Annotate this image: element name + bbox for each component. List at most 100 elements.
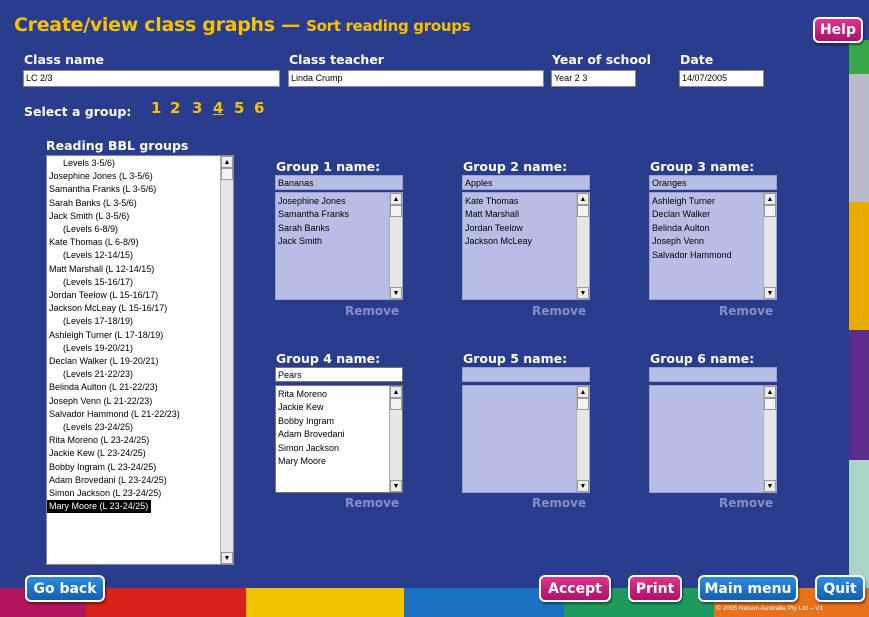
scroll-thumb[interactable]: [390, 205, 402, 217]
list-item[interactable]: Jordan Teelow (L 15-16/17): [47, 289, 221, 302]
date-field[interactable]: 14/07/2005: [679, 70, 764, 87]
group-3-scrollbar[interactable]: ▲ ▼: [763, 193, 776, 299]
list-item[interactable]: Samantha Franks (L 3-5/6): [47, 183, 221, 196]
group-1-member-list[interactable]: Josephine Jones Samantha Franks Sarah Ba…: [275, 192, 403, 300]
group-4-remove-button[interactable]: Remove: [345, 496, 399, 510]
list-item[interactable]: Rita Moreno: [278, 388, 388, 401]
group-6-member-list[interactable]: ▲ ▼: [649, 385, 777, 493]
group-select-5[interactable]: 5: [234, 99, 244, 117]
list-item[interactable]: Levels 3-5/6): [47, 157, 221, 170]
scroll-up-icon[interactable]: ▲: [390, 193, 402, 205]
list-item[interactable]: Ashleigh Turner (L 17-18/19): [47, 329, 221, 342]
group-6-scrollbar[interactable]: ▲ ▼: [763, 386, 776, 492]
list-item[interactable]: Jackson McLeay: [465, 235, 575, 248]
list-item[interactable]: Matt Marshall: [465, 208, 575, 221]
list-item[interactable]: Matt Marshall (L 12-14/15): [47, 263, 221, 276]
list-item[interactable]: Jack Smith (L 3-5/6): [47, 210, 221, 223]
group-2-scrollbar[interactable]: ▲ ▼: [576, 193, 589, 299]
list-item[interactable]: (Levels 6-8/9): [47, 223, 221, 236]
list-item[interactable]: Jackie Kew: [278, 401, 388, 414]
scroll-up-icon[interactable]: ▲: [764, 386, 776, 398]
list-item[interactable]: Kate Thomas (L 6-8/9): [47, 236, 221, 249]
class-name-field[interactable]: LC 2/3: [23, 70, 280, 87]
list-item[interactable]: Jack Smith: [278, 235, 388, 248]
list-item[interactable]: Jordan Teelow: [465, 222, 575, 235]
list-item[interactable]: Declan Walker (L 19-20/21): [47, 355, 221, 368]
list-item[interactable]: Sarah Banks: [278, 222, 388, 235]
group-3-member-list[interactable]: Ashleigh Turner Declan Walker Belinda Au…: [649, 192, 777, 300]
help-button[interactable]: Help: [813, 17, 863, 43]
reading-bbl-list[interactable]: Levels 3-5/6) Josephine Jones (L 3-5/6) …: [46, 155, 234, 565]
scroll-down-icon[interactable]: ▼: [764, 287, 776, 299]
list-item[interactable]: Salvador Hammond (L 21-22/23): [47, 408, 221, 421]
list-item[interactable]: Simon Jackson: [278, 442, 388, 455]
print-button[interactable]: Print: [628, 575, 682, 602]
list-item[interactable]: Jackson McLeay (L 15-16/17): [47, 302, 221, 315]
list-item[interactable]: (Levels 17-18/19): [47, 315, 221, 328]
group-5-name-field[interactable]: [462, 367, 590, 382]
list-item[interactable]: Salvador Hammond: [652, 249, 762, 262]
scroll-up-icon[interactable]: ▲: [221, 156, 233, 168]
group-5-member-list[interactable]: ▲ ▼: [462, 385, 590, 493]
list-item[interactable]: Jackie Kew (L 23-24/25): [47, 447, 221, 460]
list-item[interactable]: Kate Thomas: [465, 195, 575, 208]
group-2-name-field[interactable]: Apples: [462, 175, 590, 190]
scroll-up-icon[interactable]: ▲: [577, 193, 589, 205]
list-item[interactable]: Joseph Venn (L 21-22/23): [47, 395, 221, 408]
group-select-2[interactable]: 2: [170, 99, 180, 117]
group-3-name-field[interactable]: Oranges: [649, 175, 777, 190]
group-4-member-list[interactable]: Rita Moreno Jackie Kew Bobby Ingram Adam…: [275, 385, 403, 493]
list-item[interactable]: Rita Moreno (L 23-24/25): [47, 434, 221, 447]
group-4-name-field[interactable]: Pears: [275, 367, 403, 382]
accept-button[interactable]: Accept: [539, 575, 611, 602]
list-item[interactable]: (Levels 19-20/21): [47, 342, 221, 355]
group-select-1[interactable]: 1: [151, 99, 161, 117]
list-item[interactable]: (Levels 23-24/25): [47, 421, 221, 434]
list-item[interactable]: (Levels 21-22/23): [47, 368, 221, 381]
group-6-remove-button[interactable]: Remove: [719, 496, 773, 510]
class-teacher-field[interactable]: Linda Crump: [288, 70, 544, 87]
list-item[interactable]: Joseph Venn: [652, 235, 762, 248]
go-back-button[interactable]: Go back: [25, 575, 105, 602]
reading-bbl-scrollbar[interactable]: ▲ ▼: [220, 156, 233, 564]
scroll-thumb[interactable]: [764, 398, 776, 410]
list-item[interactable]: Josephine Jones: [278, 195, 388, 208]
list-item[interactable]: Belinda Aulton: [652, 222, 762, 235]
scroll-up-icon[interactable]: ▲: [577, 386, 589, 398]
group-select-3[interactable]: 3: [192, 99, 202, 117]
group-1-remove-button[interactable]: Remove: [345, 304, 399, 318]
list-item[interactable]: Bobby Ingram (L 23-24/25): [47, 461, 221, 474]
scroll-down-icon[interactable]: ▼: [390, 287, 402, 299]
main-menu-button[interactable]: Main menu: [698, 575, 798, 602]
list-item[interactable]: Adam Brovedani: [278, 428, 388, 441]
scroll-down-icon[interactable]: ▼: [390, 480, 402, 492]
scroll-thumb[interactable]: [577, 398, 589, 410]
group-select-6[interactable]: 6: [254, 99, 264, 117]
scroll-thumb[interactable]: [221, 168, 233, 180]
list-item[interactable]: Sarah Banks (L 3-5/6): [47, 197, 221, 210]
list-item[interactable]: Declan Walker: [652, 208, 762, 221]
scroll-thumb[interactable]: [577, 205, 589, 217]
group-2-remove-button[interactable]: Remove: [532, 304, 586, 318]
group-1-scrollbar[interactable]: ▲ ▼: [389, 193, 402, 299]
group-select-4[interactable]: 4: [213, 99, 223, 117]
group-6-name-field[interactable]: [649, 367, 777, 382]
group-3-remove-button[interactable]: Remove: [719, 304, 773, 318]
list-item[interactable]: Belinda Aulton (L 21-22/23): [47, 381, 221, 394]
list-item[interactable]: Adam Brovedani (L 23-24/25): [47, 474, 221, 487]
list-item[interactable]: Simon Jackson (L 23-24/25): [47, 487, 221, 500]
scroll-up-icon[interactable]: ▲: [764, 193, 776, 205]
scroll-up-icon[interactable]: ▲: [390, 386, 402, 398]
quit-button[interactable]: Quit: [815, 575, 865, 602]
scroll-down-icon[interactable]: ▼: [577, 480, 589, 492]
group-5-scrollbar[interactable]: ▲ ▼: [576, 386, 589, 492]
list-item[interactable]: Bobby Ingram: [278, 415, 388, 428]
scroll-down-icon[interactable]: ▼: [577, 287, 589, 299]
scroll-down-icon[interactable]: ▼: [221, 552, 233, 564]
list-item[interactable]: (Levels 15-16/17): [47, 276, 221, 289]
list-item[interactable]: Mary Moore: [278, 455, 388, 468]
list-item[interactable]: Samantha Franks: [278, 208, 388, 221]
scroll-thumb[interactable]: [390, 398, 402, 410]
scroll-thumb[interactable]: [764, 205, 776, 217]
scroll-down-icon[interactable]: ▼: [764, 480, 776, 492]
